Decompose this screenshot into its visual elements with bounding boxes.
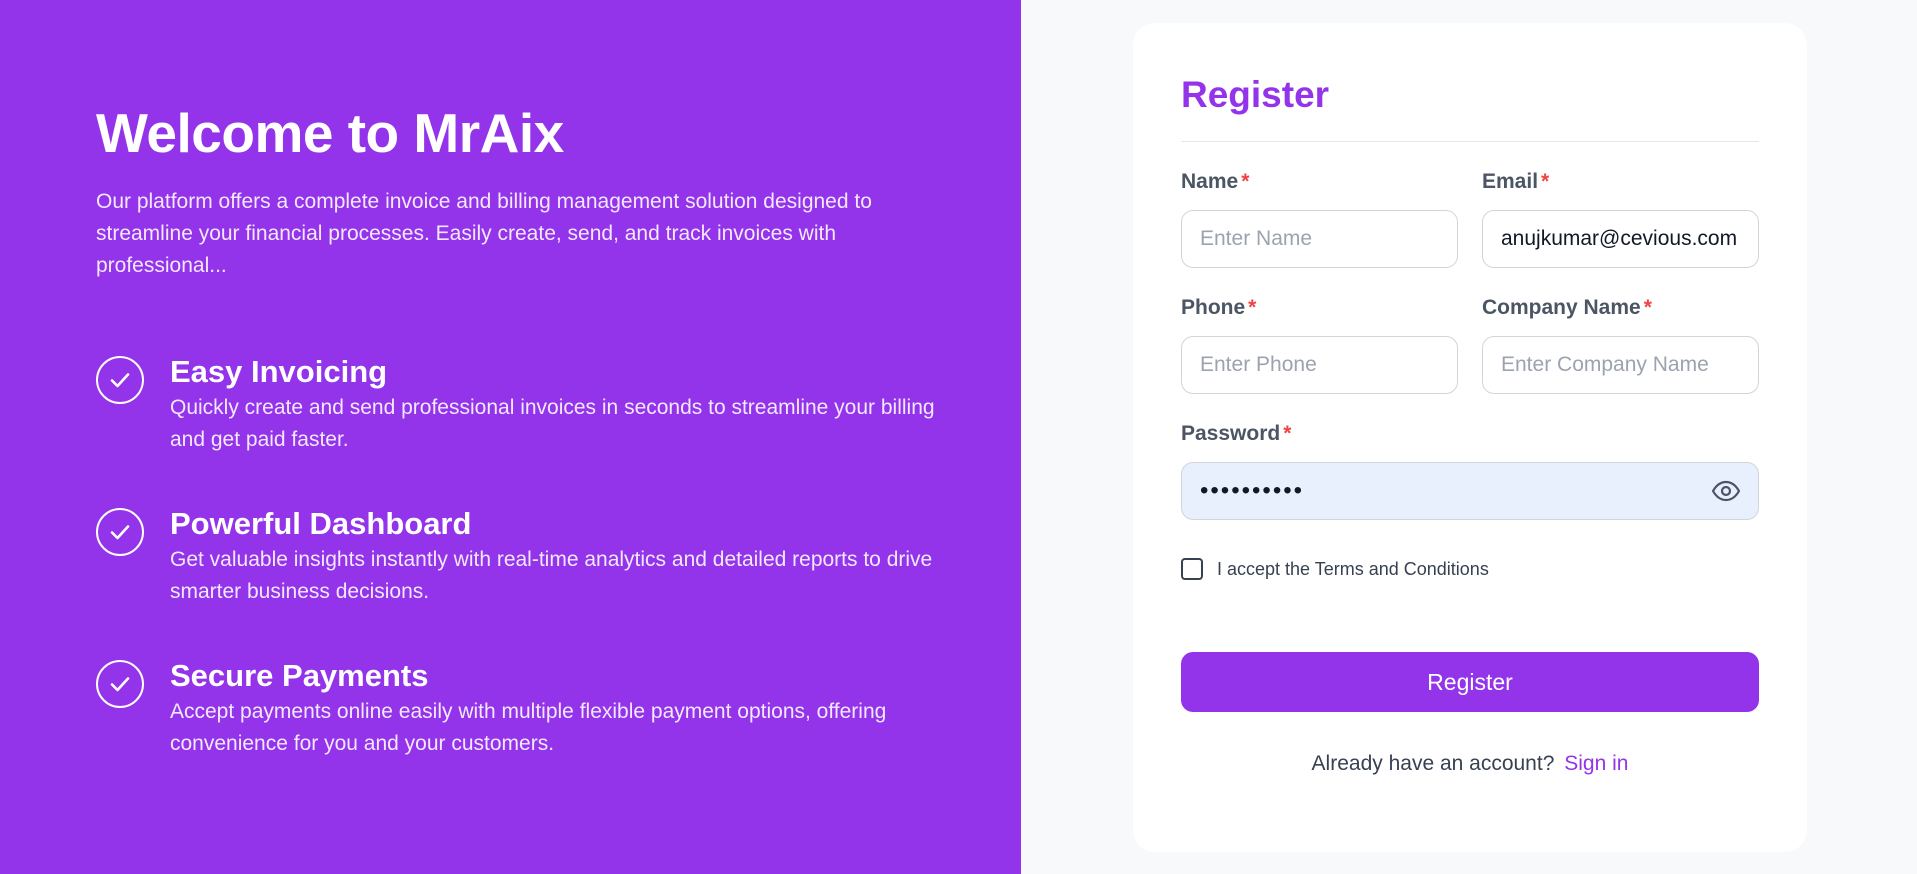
feature-item-secure-payments: Secure Payments Accept payments online e… <box>96 658 1021 760</box>
feature-list: Easy Invoicing Quickly create and send p… <box>96 354 1021 760</box>
required-mark: * <box>1283 422 1292 445</box>
required-mark: * <box>1248 296 1257 319</box>
hero-panel: Welcome to MrAix Our platform offers a c… <box>0 0 1021 874</box>
form-title: Register <box>1181 71 1759 142</box>
email-field-group: Email * <box>1482 168 1759 268</box>
hero-title: Welcome to MrAix <box>96 102 564 164</box>
check-circle-icon <box>96 356 144 404</box>
email-input[interactable] <box>1482 210 1759 268</box>
name-label: Name * <box>1181 170 1250 193</box>
feature-item-easy-invoicing: Easy Invoicing Quickly create and send p… <box>96 354 1021 456</box>
phone-input[interactable] <box>1181 336 1458 394</box>
feature-description: Get valuable insights instantly with rea… <box>170 548 933 603</box>
register-page: Welcome to MrAix Our platform offers a c… <box>0 0 1917 874</box>
sign-in-link[interactable]: Sign in <box>1564 752 1628 775</box>
terms-label[interactable]: I accept the Terms and Conditions <box>1217 559 1489 580</box>
password-field-group: Password * <box>1181 420 1759 520</box>
form-row-password: Password * <box>1181 420 1759 520</box>
check-circle-icon <box>96 508 144 556</box>
terms-checkbox[interactable] <box>1181 558 1203 580</box>
company-name-input[interactable] <box>1482 336 1759 394</box>
required-mark: * <box>1241 170 1250 193</box>
register-button[interactable]: Register <box>1181 652 1759 712</box>
signin-prompt-line: Already have an account? Sign in <box>1181 752 1759 776</box>
name-input[interactable] <box>1181 210 1458 268</box>
eye-icon[interactable] <box>1711 477 1741 505</box>
required-mark: * <box>1643 296 1652 319</box>
password-label: Password * <box>1181 422 1292 445</box>
register-card: Register Name* Email* Phone* Company Nam… <box>1133 23 1807 852</box>
check-circle-icon <box>96 660 144 708</box>
form-area: Register Name* Email* Phone* Company Nam… <box>1021 0 1917 874</box>
feature-title: Powerful Dashboard <box>170 506 472 541</box>
form-row-name-email: Name* Email* <box>1181 168 1759 268</box>
form-row-phone-company: Phone* Company Name* <box>1181 294 1759 394</box>
phone-field-group: Phone * <box>1181 294 1458 394</box>
feature-title: Easy Invoicing <box>170 354 388 389</box>
signin-prompt: Already have an account? <box>1311 752 1555 775</box>
name-field-group: Name * <box>1181 168 1458 268</box>
company-field-group: Company Name * <box>1482 294 1759 394</box>
terms-row: I accept the Terms and Conditions <box>1181 558 1759 580</box>
required-mark: * <box>1541 170 1550 193</box>
feature-title: Secure Payments <box>170 658 429 693</box>
feature-item-powerful-dashboard: Powerful Dashboard Get valuable insights… <box>96 506 1021 608</box>
feature-description: Quickly create and send professional inv… <box>170 396 935 451</box>
hero-intro: Our platform offers a complete invoice a… <box>96 190 872 277</box>
phone-label: Phone * <box>1181 296 1257 319</box>
feature-description: Accept payments online easily with multi… <box>170 700 887 755</box>
email-label: Email * <box>1482 170 1550 193</box>
password-input[interactable] <box>1181 462 1759 520</box>
password-wrapper <box>1181 462 1759 520</box>
company-label: Company Name * <box>1482 296 1652 319</box>
